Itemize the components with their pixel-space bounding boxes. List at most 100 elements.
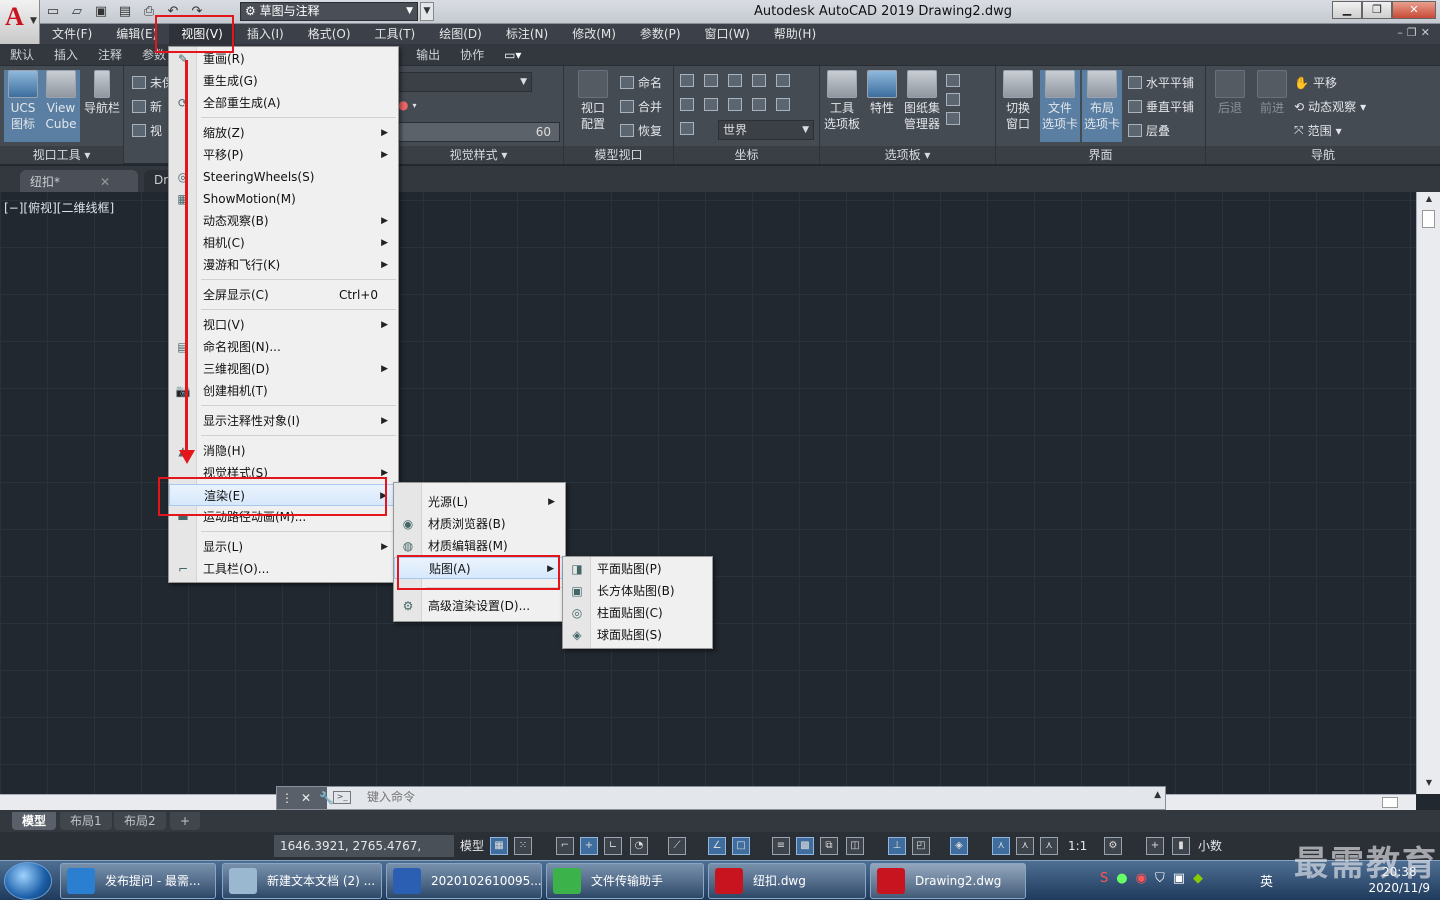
ribbon-tab-output[interactable]: 输出: [406, 46, 450, 63]
menu-item[interactable]: 平移(P) ▶: [169, 144, 398, 166]
annotation-visibility-icon[interactable]: ⋏: [992, 837, 1010, 855]
object-snap-icon[interactable]: □: [732, 837, 750, 855]
vertical-scrollbar[interactable]: ▲ ▼: [1416, 192, 1440, 794]
menu-item[interactable]: ⟳ 全部重生成(A): [169, 92, 398, 114]
add-layout-button[interactable]: +: [170, 812, 201, 830]
scroll-thumb[interactable]: [1382, 797, 1398, 808]
menu-item[interactable]: 📷 创建相机(T): [169, 380, 398, 402]
view-item[interactable]: 视: [132, 122, 162, 139]
switch-window-button[interactable]: 切换 窗口: [998, 70, 1038, 142]
layout-tabs-button[interactable]: 布局 选项卡: [1082, 70, 1122, 142]
doc-window-controls[interactable]: –❐✕: [1397, 26, 1434, 39]
new-view-item[interactable]: 新: [132, 98, 162, 115]
taskbar-item-autocad-1[interactable]: 纽扣.dwg: [708, 863, 866, 899]
ribbon-tab-insert[interactable]: 插入: [44, 46, 88, 63]
menu-draw[interactable]: 绘图(D): [427, 24, 494, 44]
menu-insert[interactable]: 插入(I): [235, 24, 296, 44]
wechat-tray-icon[interactable]: ●: [1116, 871, 1127, 886]
menu-item[interactable]: ◭ 消隐(H): [169, 440, 398, 462]
palette-small-tools[interactable]: [946, 74, 960, 125]
forward-button[interactable]: 前进: [1252, 70, 1292, 142]
annotation-scale-value[interactable]: 1:1: [1068, 835, 1087, 857]
menu-item[interactable]: ◈ 球面贴图(S): [563, 624, 712, 646]
sheetset-button[interactable]: 图纸集 管理器: [902, 70, 942, 142]
ortho-icon[interactable]: ∟: [604, 837, 622, 855]
isodraft-icon[interactable]: ⟋: [668, 837, 686, 855]
taskbar-item-autocad-2[interactable]: Drawing2.dwg: [870, 863, 1026, 899]
menu-item[interactable]: ◍ 材质编辑器(M): [394, 535, 565, 557]
taskbar-item-document[interactable]: 2020102610095...: [386, 863, 542, 899]
tile-vertical-item[interactable]: 垂直平铺: [1128, 98, 1194, 115]
menu-item[interactable]: ◉ 材质浏览器(B): [394, 513, 565, 535]
ucs-world-combo[interactable]: 世界 ▼: [718, 120, 814, 140]
nvidia-icon[interactable]: ◆: [1193, 871, 1203, 886]
viewcube-button[interactable]: View Cube: [42, 70, 80, 142]
save-as-icon[interactable]: ▤: [116, 4, 134, 20]
minimize-button[interactable]: ▁: [1332, 1, 1362, 19]
auto-scale-icon[interactable]: ⋏: [1016, 837, 1034, 855]
dynamic-input-icon[interactable]: +: [580, 837, 598, 855]
open-file-icon[interactable]: ▱: [68, 4, 86, 20]
ime-indicator[interactable]: 英: [1260, 871, 1273, 890]
menu-item[interactable]: ◎ SteeringWheels(S): [169, 166, 398, 188]
wrench-icon[interactable]: 🔧: [319, 791, 334, 805]
object-snap-tracking-icon[interactable]: ∠: [708, 837, 726, 855]
ucs-tools-row-2[interactable]: [680, 98, 790, 111]
coordinates-readout[interactable]: 1646.3921, 2765.4767, 0.0000: [274, 835, 454, 875]
shield-icon[interactable]: ⛉: [1155, 871, 1165, 886]
ribbon-tab-collaborate[interactable]: 协作: [450, 46, 494, 63]
back-button[interactable]: 后退: [1210, 70, 1250, 142]
menu-item[interactable]: 显示(L) ▶: [169, 536, 398, 558]
taskbar-item-ie[interactable]: 发布提问 - 最需...: [60, 863, 216, 899]
file-tabs-button[interactable]: 文件 选项卡: [1040, 70, 1080, 142]
sogou-icon[interactable]: S: [1100, 871, 1108, 886]
menu-help[interactable]: 帮助(H): [762, 24, 828, 44]
panel-title-palettes[interactable]: 选项板 ▾: [820, 146, 995, 164]
model-space-button[interactable]: 模型: [460, 835, 484, 857]
close-icon[interactable]: ✕: [100, 175, 110, 189]
annotation-monitor-icon[interactable]: +: [1146, 837, 1164, 855]
network-icon[interactable]: ▣: [1173, 871, 1185, 886]
ucs-tools-row-1[interactable]: [680, 74, 790, 87]
viewport-config-button[interactable]: 视口 配置: [570, 70, 616, 142]
menu-item[interactable]: ⌐ 工具栏(O)...: [169, 558, 398, 580]
visual-style-combo[interactable]: ▼: [396, 72, 532, 92]
properties-button[interactable]: 特性: [864, 70, 900, 142]
weibo-icon[interactable]: ◉: [1136, 871, 1147, 886]
restore-viewports-item[interactable]: 恢复: [620, 122, 662, 139]
transparency-icon[interactable]: ▩: [796, 837, 814, 855]
doc-tab-button[interactable]: 纽扣* ✕: [20, 170, 138, 192]
infer-constraints-icon[interactable]: ⌐: [556, 837, 574, 855]
menu-item[interactable]: 漫游和飞行(K) ▶: [169, 254, 398, 276]
menu-item[interactable]: ▣ 长方体贴图(B): [563, 580, 712, 602]
menu-format[interactable]: 格式(O): [296, 24, 363, 44]
chevron-up-icon[interactable]: ▲: [1154, 790, 1161, 800]
material-sphere-item[interactable]: ● ▾: [398, 98, 417, 112]
menu-dimension[interactable]: 标注(N): [494, 24, 560, 44]
menu-item[interactable]: 视口(V) ▶: [169, 314, 398, 336]
workspace-gear-icon[interactable]: ⚙: [1104, 837, 1122, 855]
lineweight-icon[interactable]: ≡: [772, 837, 790, 855]
tile-horizontal-item[interactable]: 水平平铺: [1128, 74, 1194, 91]
menu-tools[interactable]: 工具(T): [363, 24, 428, 44]
viewport-controls-label[interactable]: [−][俯视][二维线框]: [4, 199, 114, 216]
grid-icon[interactable]: ▦: [490, 837, 508, 855]
customize-qat-button[interactable]: ▼: [420, 2, 434, 21]
menu-file[interactable]: 文件(F): [40, 24, 104, 44]
scroll-thumb[interactable]: [1422, 210, 1435, 228]
panel-title-viewport-tools[interactable]: 视口工具 ▾: [0, 146, 123, 164]
annotation-scale-icon[interactable]: ⋏: [1040, 837, 1058, 855]
selection-cycling-icon[interactable]: ⧉: [820, 837, 838, 855]
merge-viewports-item[interactable]: 合并: [620, 98, 662, 115]
taskbar-item-wechat[interactable]: 文件传输助手: [546, 863, 704, 899]
application-menu-button[interactable]: A ▼: [0, 0, 40, 44]
save-icon[interactable]: ▣: [92, 4, 110, 20]
menu-item[interactable]: 相机(C) ▶: [169, 232, 398, 254]
command-input[interactable]: [367, 790, 1067, 804]
panel-title-visual-styles[interactable]: 视觉样式 ▾: [394, 146, 563, 164]
units-icon[interactable]: ▮: [1172, 837, 1190, 855]
command-prompt-icon[interactable]: >_: [333, 791, 351, 804]
ribbon-more-icon[interactable]: ▭▾: [494, 48, 531, 62]
scroll-up-icon[interactable]: ▲: [1417, 194, 1440, 208]
close-button[interactable]: ✕: [1392, 1, 1436, 19]
